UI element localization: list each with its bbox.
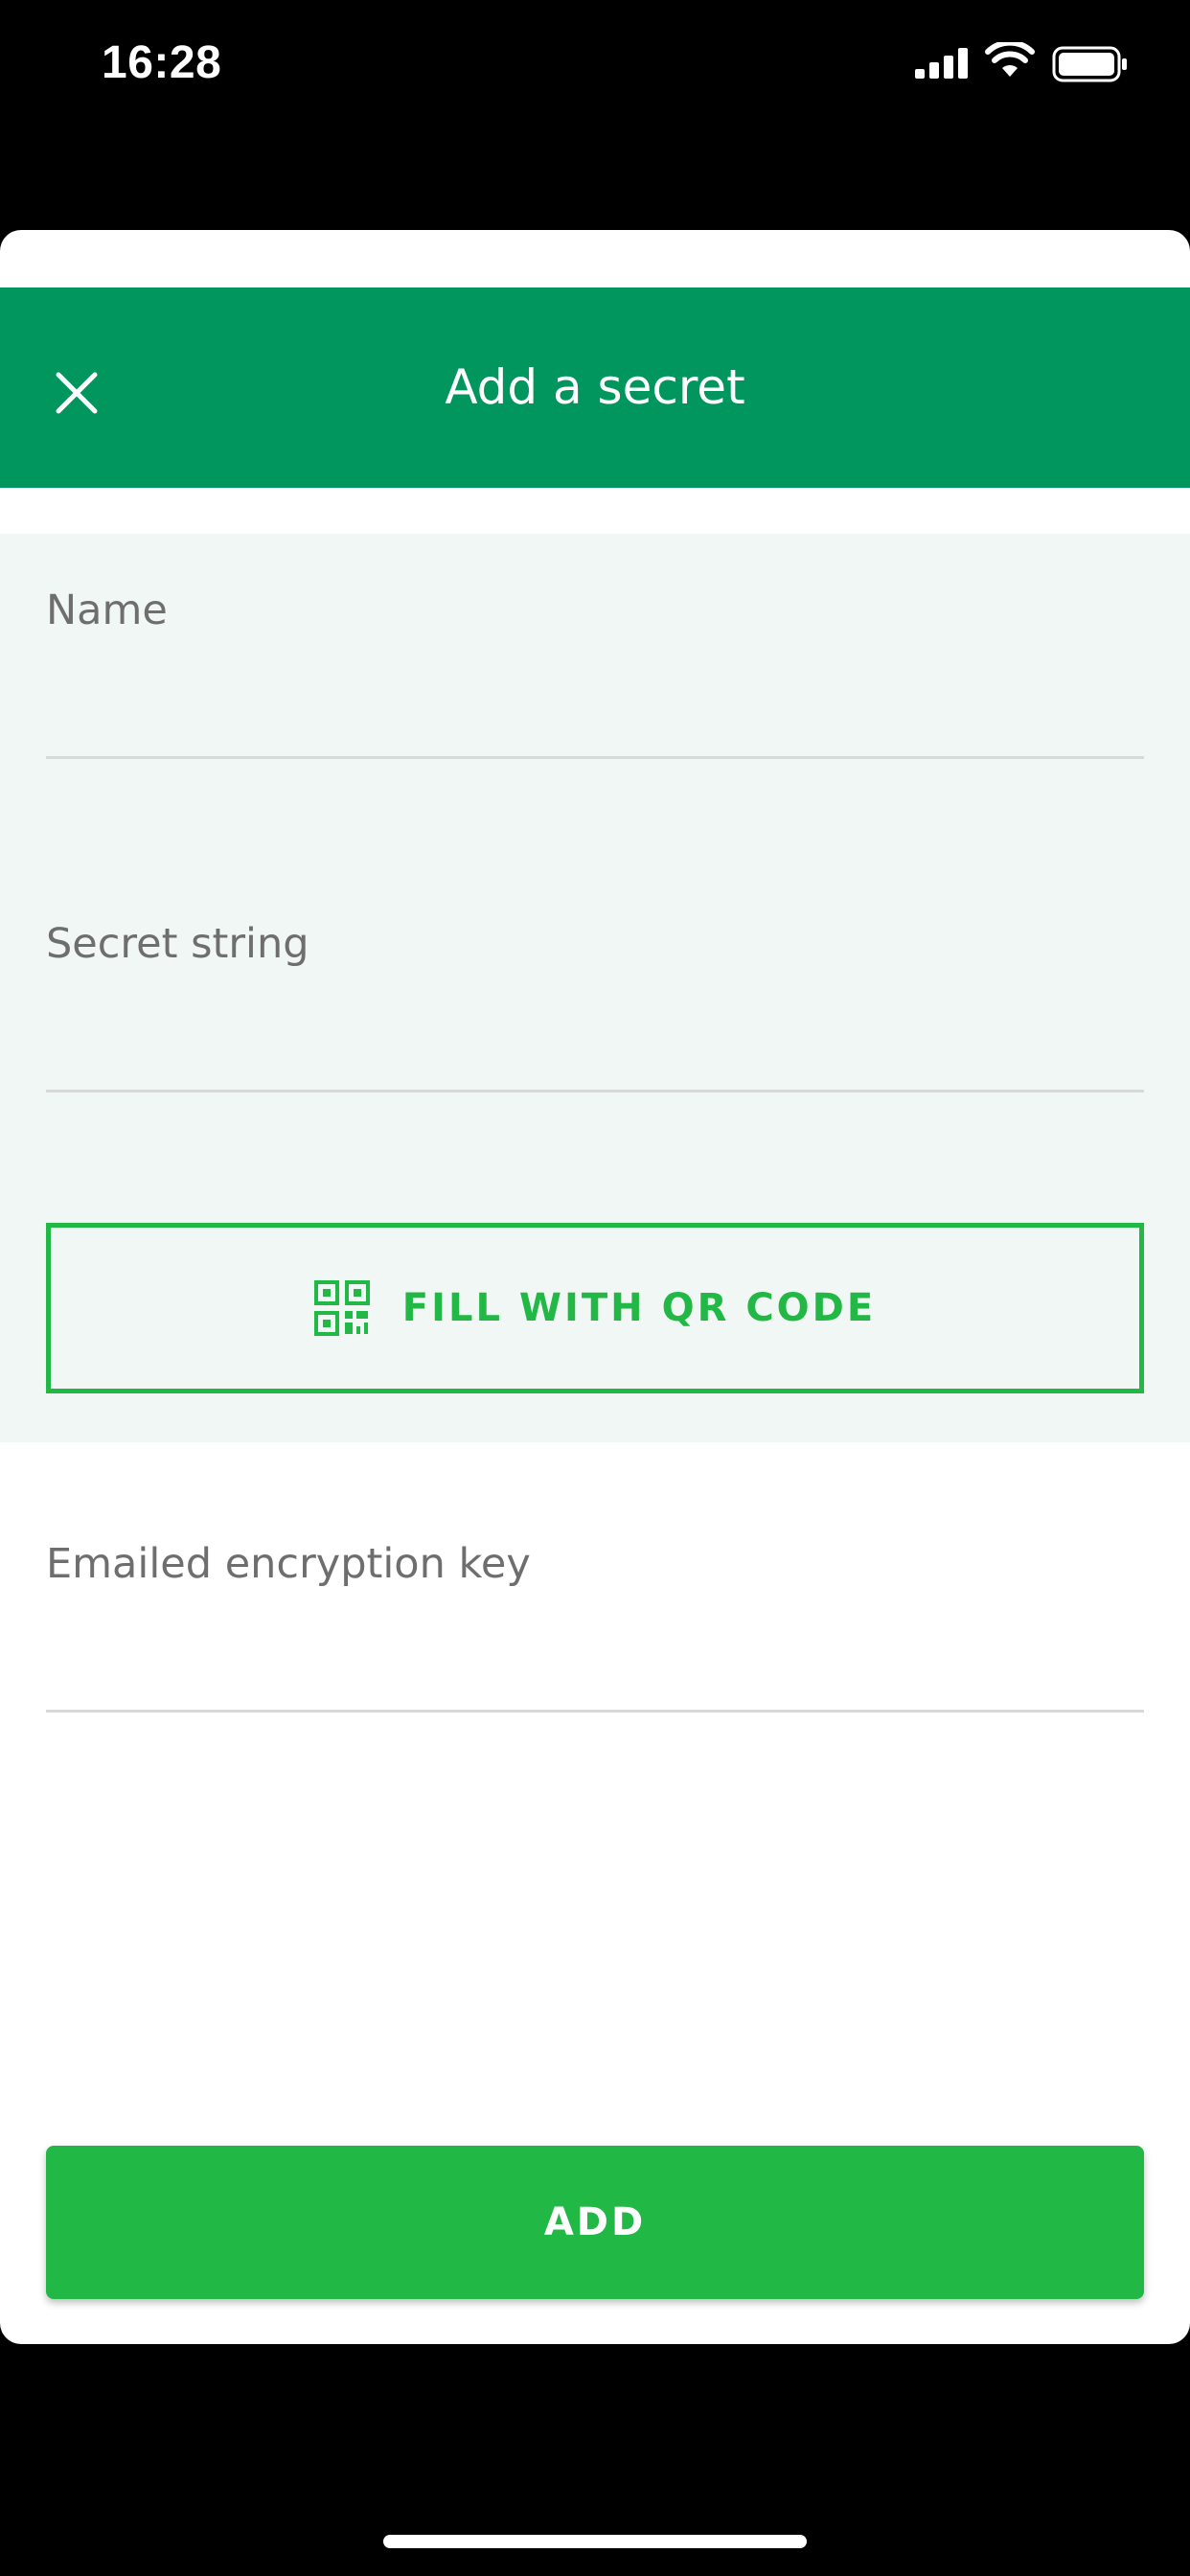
battery-icon bbox=[1052, 46, 1127, 82]
secret-string-underline bbox=[46, 1090, 1144, 1092]
secret-string-field: Secret string bbox=[46, 920, 1144, 1092]
page-title: Add a secret bbox=[445, 359, 745, 415]
name-underline bbox=[46, 756, 1144, 759]
qr-code-icon bbox=[313, 1280, 370, 1336]
fill-with-qr-code-label: FILL WITH QR CODE bbox=[401, 1286, 877, 1330]
encryption-key-input[interactable] bbox=[46, 1607, 1144, 1684]
status-bar: 16:28 bbox=[0, 0, 1190, 134]
add-button-label: ADD bbox=[543, 2200, 647, 2244]
add-secret-sheet: Add a secret Name Secret string FILL WIT… bbox=[0, 230, 1190, 2344]
close-icon bbox=[56, 372, 98, 414]
fill-with-qr-code-button[interactable]: FILL WITH QR CODE bbox=[46, 1223, 1144, 1393]
encryption-key-field: Emailed encryption key bbox=[46, 1540, 1144, 1713]
name-field: Name bbox=[46, 586, 1144, 759]
wifi-icon bbox=[985, 42, 1035, 77]
status-time: 16:28 bbox=[102, 37, 222, 88]
close-button[interactable] bbox=[38, 355, 115, 431]
home-indicator[interactable] bbox=[383, 2535, 807, 2548]
secret-string-input[interactable] bbox=[46, 987, 1144, 1064]
secret-string-label: Secret string bbox=[46, 920, 309, 968]
signal-icon bbox=[915, 48, 968, 79]
encryption-key-label: Emailed encryption key bbox=[46, 1540, 531, 1588]
name-label: Name bbox=[46, 586, 168, 634]
add-button[interactable]: ADD bbox=[46, 2146, 1144, 2299]
encryption-key-underline bbox=[46, 1710, 1144, 1713]
name-input[interactable] bbox=[46, 654, 1144, 730]
header-bar: Add a secret bbox=[0, 288, 1190, 488]
